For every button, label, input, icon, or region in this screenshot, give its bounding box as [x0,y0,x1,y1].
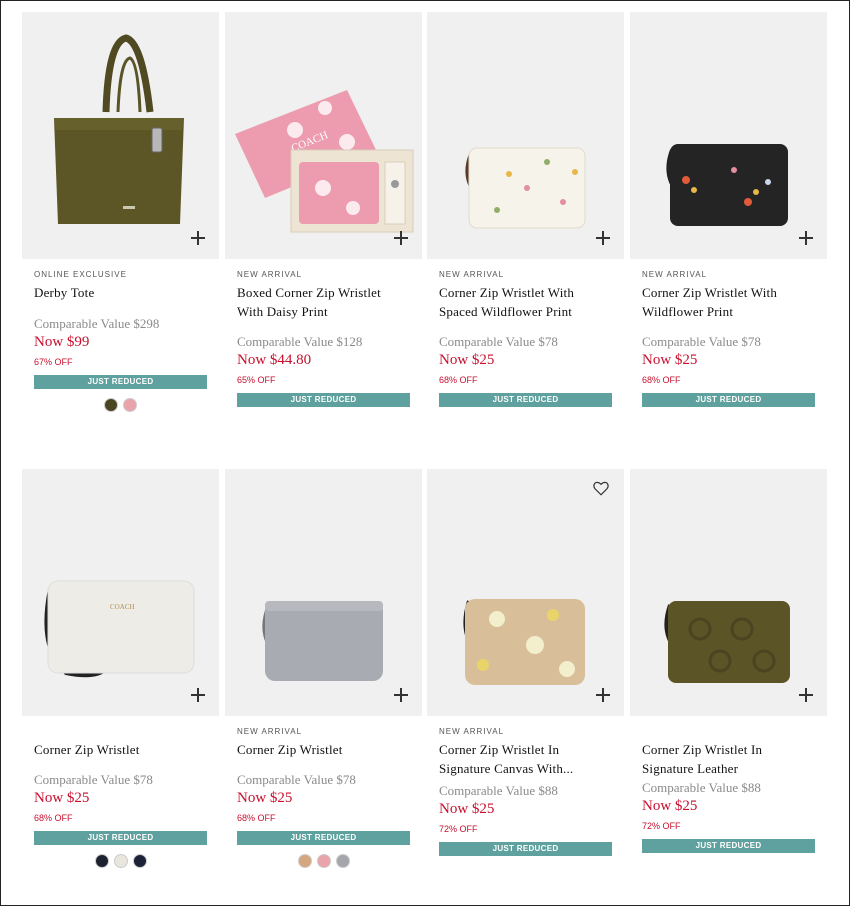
product-card-derby-tote[interactable]: ONLINE EXCLUSIVE Derby Tote Comparable V… [22,12,219,412]
product-image[interactable]: COACH [22,469,219,716]
signature-leather-wristlet-image [664,601,790,683]
comparable-value: Comparable Value $88 [439,783,558,798]
comparable-value: Comparable Value $78 [34,772,153,787]
product-name[interactable]: Derby Tote [34,283,207,302]
product-card-corner-zip-wristlet-grey[interactable]: NEW ARRIVAL Corner Zip Wristlet Comparab… [225,469,422,868]
quick-add-plus-icon[interactable] [799,231,813,245]
product-badge: NEW ARRIVAL [439,727,505,736]
signature-canvas-wristlet-image [463,599,585,685]
sale-price: Now $99 [34,334,90,350]
swatch-pink[interactable] [316,854,331,868]
comparable-value: Comparable Value $128 [237,334,363,349]
product-image[interactable] [225,469,422,716]
sale-price: Now $25 [237,790,293,806]
product-badge: NEW ARRIVAL [237,727,303,736]
just-reduced-banner: JUST REDUCED [642,839,815,853]
product-image[interactable] [22,12,219,259]
comparable-value: Comparable Value $298 [34,316,160,331]
color-swatches [34,398,207,412]
comparable-value: Comparable Value $78 [642,334,761,349]
product-name[interactable]: Corner Zip Wristlet [34,740,207,759]
just-reduced-banner: JUST REDUCED [439,393,612,407]
product-card-corner-zip-wristlet[interactable]: COACH Corner Zip Wristlet Comparable Val… [22,469,219,868]
color-swatches [34,854,207,868]
product-name[interactable]: Corner Zip Wristlet With Spaced Wildflow… [439,283,612,321]
sale-price: Now $25 [439,352,495,368]
swatch-pink[interactable] [123,398,137,412]
product-card-signature-canvas-wristlet[interactable]: NEW ARRIVAL Corner Zip Wristlet In Signa… [427,469,624,856]
product-name[interactable]: Corner Zip Wristlet In Signature Leather [642,740,815,778]
swatch-olive[interactable] [104,398,118,412]
product-badge: NEW ARRIVAL [237,270,303,279]
color-swatches [237,854,410,868]
just-reduced-banner: JUST REDUCED [439,842,612,856]
just-reduced-banner: JUST REDUCED [237,831,410,845]
discount-percent: 72% OFF [439,824,478,834]
product-image[interactable] [630,12,827,259]
product-badge: ONLINE EXCLUSIVE [34,270,127,279]
quick-add-plus-icon[interactable] [799,688,813,702]
quick-add-plus-icon[interactable] [191,231,205,245]
comparable-value: Comparable Value $78 [439,334,558,349]
comparable-value: Comparable Value $88 [642,780,761,795]
black-wildflower-wristlet-image [666,144,788,226]
grey-wristlet-image [262,601,383,681]
sale-price: Now $44.80 [237,352,312,368]
product-name[interactable]: Corner Zip Wristlet [237,740,410,759]
discount-percent: 68% OFF [642,375,681,385]
quick-add-plus-icon[interactable] [596,688,610,702]
product-name[interactable]: Boxed Corner Zip Wristlet With Daisy Pri… [237,283,410,321]
wishlist-heart-icon[interactable] [592,479,610,497]
product-image[interactable] [427,469,624,716]
discount-percent: 68% OFF [34,813,73,823]
swatch-tan[interactable] [297,854,312,868]
sale-price: Now $25 [34,790,90,806]
product-image[interactable] [427,12,624,259]
product-badge [642,726,815,738]
tote-bag-image [54,34,184,224]
product-name[interactable]: Corner Zip Wristlet With Wildflower Prin… [642,283,815,321]
product-image[interactable] [630,469,827,716]
swatch-black[interactable] [94,854,109,868]
just-reduced-banner: JUST REDUCED [34,831,207,845]
sale-price: Now $25 [642,798,698,814]
boxed-wristlet-image: COACH [235,90,414,233]
chalk-wristlet-image: COACH [44,580,195,678]
discount-percent: 72% OFF [642,821,681,831]
quick-add-plus-icon[interactable] [394,688,408,702]
swatch-chalk[interactable] [113,854,128,868]
wildflower-wristlet-image [465,147,586,229]
product-badge [34,726,207,738]
just-reduced-banner: JUST REDUCED [237,393,410,407]
product-badge: NEW ARRIVAL [439,270,505,279]
product-card-boxed-wristlet[interactable]: COACH NEW ARRIVAL Boxed Corner Zip Wrist… [225,12,422,407]
discount-percent: 68% OFF [237,813,276,823]
swatch-grey[interactable] [335,854,350,868]
just-reduced-banner: JUST REDUCED [642,393,815,407]
discount-percent: 67% OFF [34,357,73,367]
quick-add-plus-icon[interactable] [191,688,205,702]
sale-price: Now $25 [642,352,698,368]
sale-price: Now $25 [439,801,495,817]
discount-percent: 68% OFF [439,375,478,385]
product-card-spaced-wildflower-wristlet[interactable]: NEW ARRIVAL Corner Zip Wristlet With Spa… [427,12,624,407]
product-badge: NEW ARRIVAL [642,270,708,279]
product-name[interactable]: Corner Zip Wristlet In Signature Canvas … [439,740,612,778]
svg-text:COACH: COACH [110,603,135,611]
product-image[interactable]: COACH [225,12,422,259]
quick-add-plus-icon[interactable] [596,231,610,245]
swatch-navy[interactable] [132,854,147,868]
comparable-value: Comparable Value $78 [237,772,356,787]
discount-percent: 65% OFF [237,375,276,385]
product-card-wildflower-wristlet[interactable]: NEW ARRIVAL Corner Zip Wristlet With Wil… [630,12,827,407]
quick-add-plus-icon[interactable] [394,231,408,245]
just-reduced-banner: JUST REDUCED [34,375,207,389]
product-card-signature-leather-wristlet[interactable]: Corner Zip Wristlet In Signature Leather… [630,469,827,853]
